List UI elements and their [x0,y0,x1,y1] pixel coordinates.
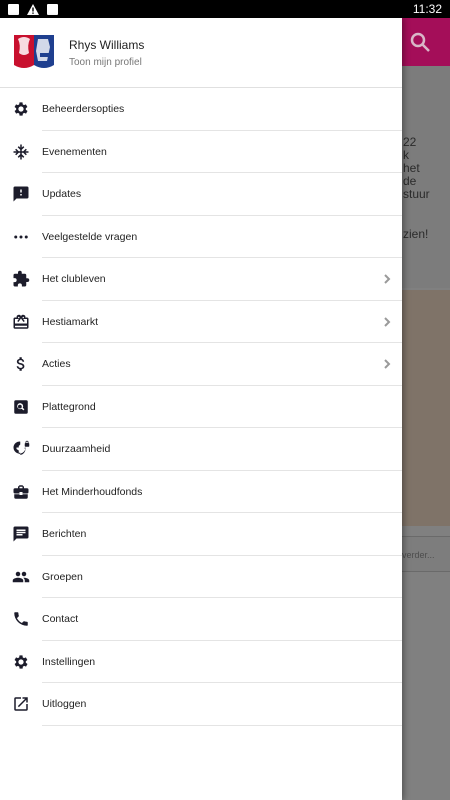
globe-lock-icon [0,440,42,458]
menu-item-uitloggen[interactable]: Uitloggen [0,683,402,726]
menu-label: Beheerdersopties [42,103,125,116]
menu-label: Plattegrond [42,400,96,413]
more-dots-icon [0,228,42,246]
menu-item-instellingen[interactable]: Instellingen [0,641,402,684]
gear-icon [0,653,42,671]
menu-label: Duurzaamheid [42,443,111,456]
snowflake-icon [0,143,42,161]
menu-label: Contact [42,613,79,626]
post-text: zien! [403,227,429,241]
drawer-menu: Beheerdersopties Evenementen Updates Vee… [0,88,402,726]
profile-name: Rhys Williams [69,37,145,52]
menu-item-evenementen[interactable]: Evenementen [0,131,402,174]
app-icon [47,3,58,15]
giftcard-icon [0,313,42,331]
menu-item-hestiamarkt[interactable]: Hestiamarkt [0,301,402,344]
menu-item-minderhoudfonds[interactable]: Het Minderhoudfonds [0,471,402,514]
menu-label: Veelgestelde vragen [42,230,138,243]
profile-header[interactable]: Rhys Williams Toon mijn profiel [0,18,402,88]
menu-label: Acties [42,358,71,371]
menu-item-updates[interactable]: Updates [0,173,402,216]
feedback-icon [0,185,42,203]
menu-label: Uitloggen [42,698,87,711]
image-icon [8,3,19,15]
menu-item-plattegrond[interactable]: Plattegrond [0,386,402,429]
briefcase-icon [0,483,42,501]
post-text: stuur [403,187,430,201]
chevron-right-icon [372,316,402,328]
menu-label: Het clubleven [42,273,106,286]
chevron-right-icon [372,273,402,285]
menu-label: Het Minderhoudfonds [42,485,143,498]
menu-item-acties[interactable]: Acties [0,343,402,386]
clock: 11:32 [412,2,442,16]
alert-icon [27,3,39,15]
menu-label: Updates [42,188,82,201]
puzzle-icon [0,270,42,288]
menu-item-berichten[interactable]: Berichten [0,513,402,556]
gear-icon [0,100,42,118]
menu-label: Groepen [42,570,83,583]
menu-item-beheerdersopties[interactable]: Beheerdersopties [0,88,402,131]
menu-label: Hestiamarkt [42,315,99,328]
phone-icon [0,610,42,628]
menu-label: Berichten [42,528,87,541]
menu-item-duurzaamheid[interactable]: Duurzaamheid [0,428,402,471]
menu-item-clubleven[interactable]: Het clubleven [0,258,402,301]
navigation-drawer: Rhys Williams Toon mijn profiel Beheerde… [0,18,402,800]
dollar-icon [0,355,42,373]
search-icon[interactable] [408,30,432,54]
menu-item-groepen[interactable]: Groepen [0,556,402,599]
menu-item-contact[interactable]: Contact [0,598,402,641]
open-external-icon [0,695,42,713]
chevron-right-icon [372,358,402,370]
comment-placeholder: verder... [402,550,435,560]
menu-label: Evenementen [42,145,107,158]
view-profile-link[interactable]: Toon mijn profiel [69,57,144,68]
people-icon [0,568,42,586]
status-bar: 11:32 [0,0,450,18]
map-search-icon [0,398,42,416]
chat-icon [0,525,42,543]
club-logo [14,34,54,68]
menu-label: Instellingen [42,655,96,668]
menu-item-faq[interactable]: Veelgestelde vragen [0,216,402,259]
